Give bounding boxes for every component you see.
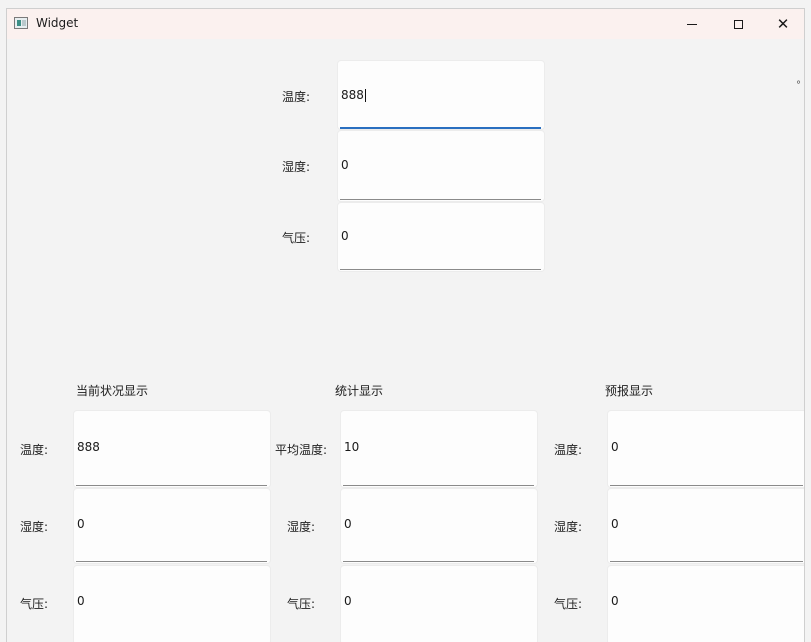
field-underline xyxy=(340,269,541,270)
current-temperature-value: 888 xyxy=(77,440,100,454)
current-section-title: 当前状况显示 xyxy=(76,384,149,398)
forecast-humidity-label: 湿度: xyxy=(554,520,583,534)
field-underline xyxy=(610,561,803,562)
forecast-temperature-label: 温度: xyxy=(554,443,583,457)
minimize-icon xyxy=(687,23,697,25)
input-temperature-label: 温度: xyxy=(282,90,311,104)
main-window: Widget ✕ 温度: 888 湿度: 0 气压: 0 当前状况显示 统计显示… xyxy=(6,8,805,642)
stats-pressure-value: 0 xyxy=(344,594,352,608)
window-title: Widget xyxy=(36,16,79,30)
stats-section-title: 统计显示 xyxy=(335,384,384,398)
current-pressure-label: 气压: xyxy=(20,597,49,611)
stray-degree-mark: ° xyxy=(796,80,801,91)
field-underline xyxy=(340,127,541,129)
input-pressure-value: 0 xyxy=(341,229,349,243)
forecast-pressure-value: 0 xyxy=(611,594,619,608)
forecast-section-title: 预报显示 xyxy=(605,384,654,398)
current-pressure-value: 0 xyxy=(77,594,85,608)
minimize-button[interactable] xyxy=(669,9,715,39)
current-pressure-field[interactable]: 0 xyxy=(74,566,270,642)
field-underline xyxy=(76,561,267,562)
stats-pressure-label: 气压: xyxy=(287,597,316,611)
field-underline xyxy=(340,199,541,200)
input-pressure-label: 气压: xyxy=(282,231,311,245)
current-temperature-field[interactable]: 888 xyxy=(74,411,270,487)
forecast-pressure-label: 气压: xyxy=(554,597,583,611)
forecast-temperature-field[interactable]: 0 xyxy=(608,411,804,487)
current-humidity-value: 0 xyxy=(77,517,85,531)
input-humidity-label: 湿度: xyxy=(282,160,311,174)
current-humidity-field[interactable]: 0 xyxy=(74,489,270,563)
current-temperature-label: 温度: xyxy=(20,443,49,457)
current-humidity-label: 湿度: xyxy=(20,520,49,534)
close-icon: ✕ xyxy=(776,14,790,33)
field-underline xyxy=(76,485,267,486)
input-pressure-field[interactable]: 0 xyxy=(338,203,544,271)
text-caret xyxy=(364,89,366,102)
input-humidity-field[interactable]: 0 xyxy=(338,131,544,201)
forecast-humidity-value: 0 xyxy=(611,517,619,531)
stats-avg-temperature-field[interactable]: 10 xyxy=(341,411,537,487)
app-icon xyxy=(14,17,28,29)
stats-pressure-field[interactable]: 0 xyxy=(341,566,537,642)
input-humidity-value: 0 xyxy=(341,158,349,172)
stats-humidity-value: 0 xyxy=(344,517,352,531)
stats-avg-temperature-value: 10 xyxy=(344,440,360,454)
field-underline xyxy=(610,485,803,486)
stats-humidity-field[interactable]: 0 xyxy=(341,489,537,563)
stats-avg-temperature-label: 平均温度: xyxy=(275,443,328,457)
stats-humidity-label: 湿度: xyxy=(287,520,316,534)
forecast-temperature-value: 0 xyxy=(611,440,619,454)
forecast-pressure-field[interactable]: 0 xyxy=(608,566,804,642)
forecast-humidity-field[interactable]: 0 xyxy=(608,489,804,563)
field-underline xyxy=(343,561,534,562)
field-underline xyxy=(343,485,534,486)
maximize-icon xyxy=(733,19,743,29)
title-bar[interactable]: Widget ✕ xyxy=(7,9,804,39)
input-temperature-field[interactable]: 888 xyxy=(338,61,544,129)
input-temperature-value: 888 xyxy=(341,88,364,102)
close-button[interactable]: ✕ xyxy=(760,9,804,39)
maximize-button[interactable] xyxy=(715,9,761,39)
